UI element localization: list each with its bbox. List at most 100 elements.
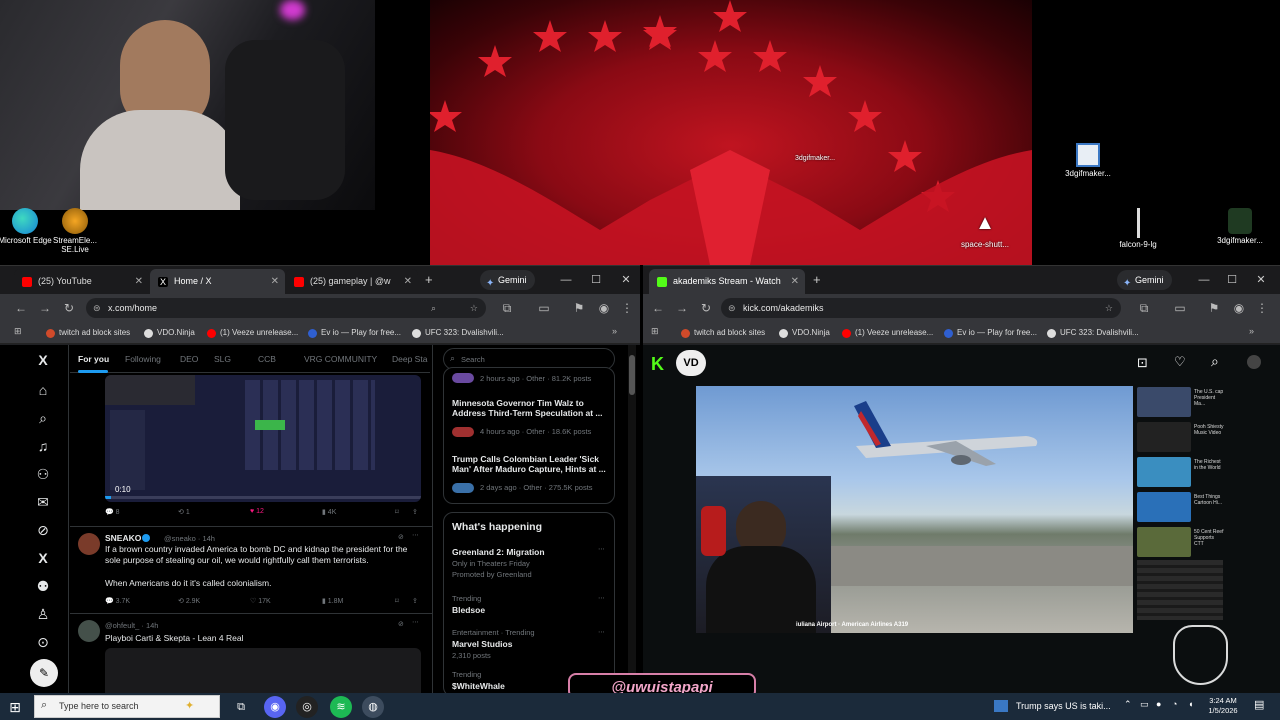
tab-ccb[interactable]: CCB xyxy=(258,345,276,373)
tweet-video[interactable]: 0:10 xyxy=(105,375,421,502)
sidebar-item-title[interactable]: The Richest in the World xyxy=(1194,459,1224,471)
windows-start-icon[interactable]: ⊞ xyxy=(4,696,26,718)
extensions-icon[interactable]: ⧉ xyxy=(1135,299,1153,317)
like-button[interactable]: ♡ 17K xyxy=(250,597,271,605)
scrollbar[interactable] xyxy=(628,345,636,693)
profile-icon[interactable]: ♙ xyxy=(30,601,56,627)
zoom-icon[interactable]: ⌕ xyxy=(431,298,436,318)
more-icon[interactable]: ⊙ xyxy=(30,629,56,655)
repost-button[interactable]: ⟲ 2.9K xyxy=(178,597,200,605)
bookmark-star-icon[interactable]: ☆ xyxy=(470,298,478,318)
spotify-icon[interactable]: ≋ xyxy=(330,696,352,718)
sidepanel-icon[interactable]: ▭ xyxy=(1171,299,1189,317)
maximize-button[interactable]: ☐ xyxy=(1221,270,1243,290)
notification-icon[interactable]: ▤ xyxy=(1254,698,1264,711)
tab-for-you[interactable]: For you xyxy=(78,345,109,373)
avatar[interactable] xyxy=(78,620,100,642)
tab-deep-sta[interactable]: Deep Sta xyxy=(392,345,427,373)
desktop-icon-3dgifmaker-1[interactable]: 3dgifmaker... xyxy=(780,155,850,162)
extensions-icon[interactable]: ⧉ xyxy=(498,299,516,317)
sidebar-thumbnail[interactable] xyxy=(1137,492,1191,522)
reload-icon[interactable]: ↻ xyxy=(697,299,715,317)
share-icon[interactable]: ⇪ xyxy=(412,597,418,605)
tab-vrg-community[interactable]: VRG COMMUNITY xyxy=(304,345,377,373)
notifications-bell-icon[interactable]: ♫ xyxy=(30,433,56,459)
more-bookmarks-icon[interactable]: » xyxy=(1249,326,1254,336)
tab-deo[interactable]: DEO xyxy=(180,345,198,373)
more-options-icon[interactable]: ⋯ xyxy=(598,628,605,636)
tab-kick-akademiks[interactable]: akademiks Stream - Watch ✕ xyxy=(649,269,805,294)
kick-logo-icon[interactable]: K xyxy=(651,353,673,375)
taskbar-news-widget[interactable]: Trump says US is taki... xyxy=(994,697,1114,717)
trend-title[interactable]: Marvel Studios xyxy=(452,639,512,649)
more-options-icon[interactable]: ⋯ xyxy=(598,545,605,553)
trend-title[interactable]: $WhiteWhale xyxy=(452,681,505,691)
back-icon[interactable]: ← xyxy=(649,299,667,317)
tab-gameplay[interactable]: (25) gameplay | @w ✕ xyxy=(286,269,418,294)
tweet-author[interactable]: SNEAKO xyxy=(105,533,141,543)
grok-icon[interactable]: ⊘ xyxy=(398,620,404,628)
trend-title[interactable]: Greenland 2: Migration xyxy=(452,547,545,557)
back-icon[interactable]: ← xyxy=(12,299,30,317)
views-button[interactable]: ▮ 4K xyxy=(322,508,336,516)
trend-title[interactable]: Bledsoe xyxy=(452,605,485,615)
address-bar[interactable]: ⊜ x.com/home ⌕ ☆ xyxy=(86,298,486,318)
sidebar-item-title[interactable]: Best Things Cartoon Hi... xyxy=(1194,494,1224,506)
profile-icon[interactable]: ◉ xyxy=(1230,299,1248,317)
reply-button[interactable]: 💬 3.7K xyxy=(105,597,130,605)
menu-icon[interactable]: ⋮ xyxy=(618,299,636,317)
minimize-button[interactable]: — xyxy=(555,270,577,290)
reload-icon[interactable]: ↻ xyxy=(60,299,78,317)
discord-icon[interactable]: ◉ xyxy=(264,696,286,718)
bookmark-evio[interactable]: Ev io — Play for free... xyxy=(944,326,1037,340)
tab-x-home[interactable]: X Home / X ✕ xyxy=(150,269,285,294)
sidebar-thumbnail[interactable] xyxy=(1137,457,1191,487)
sidebar-item-title[interactable]: The U.S. cap President Ma... xyxy=(1194,389,1224,407)
avatar[interactable] xyxy=(1247,355,1261,369)
more-bookmarks-icon[interactable]: » xyxy=(612,326,617,336)
desktop-icon-falcon[interactable]: falcon-9-lg xyxy=(1103,208,1173,249)
bookmark-ufc[interactable]: UFC 323: Dvalishvili... xyxy=(1047,326,1139,340)
more-options-icon[interactable]: ⋯ xyxy=(598,594,605,602)
sidebar-item-title[interactable]: 50 Cent Reef Supports CTT xyxy=(1194,529,1224,547)
close-window-button[interactable]: ✕ xyxy=(1250,270,1272,290)
news-title[interactable]: Trump Calls Colombian Leader 'Sick Man' … xyxy=(452,454,610,474)
close-icon[interactable]: ✕ xyxy=(791,269,799,294)
network-icon[interactable]: ▭ xyxy=(1140,699,1149,710)
reply-button[interactable]: 💬 8 xyxy=(105,508,120,516)
apps-grid-icon[interactable]: ⊞ xyxy=(14,326,22,337)
tab-slg[interactable]: SLG xyxy=(214,345,231,373)
bookmark-icon[interactable]: ⌑ xyxy=(395,508,399,516)
views-button[interactable]: ▮ 1.8M xyxy=(322,597,343,605)
extension-icon[interactable]: ⚑ xyxy=(1205,299,1223,317)
communities-icon[interactable]: ⚉ xyxy=(30,573,56,599)
sidebar-thumbnail[interactable] xyxy=(1137,422,1191,452)
bookmark-twitch[interactable]: twitch ad block sites xyxy=(46,326,130,340)
grok-icon[interactable]: ⊘ xyxy=(398,533,404,541)
menu-icon[interactable]: ⋮ xyxy=(1253,299,1271,317)
video-progress-track[interactable] xyxy=(105,496,421,499)
chrome-icon[interactable]: ◍ xyxy=(362,696,384,718)
gemini-button[interactable]: ✦ Gemini xyxy=(1117,270,1172,290)
obs-icon[interactable]: ◎ xyxy=(296,696,318,718)
home-icon[interactable]: ⌂ xyxy=(30,377,56,403)
favorite-heart-icon[interactable]: ♡ xyxy=(1174,354,1186,370)
profile-icon[interactable]: ◉ xyxy=(595,299,613,317)
bookmark-icon[interactable]: ⌑ xyxy=(395,597,399,605)
more-options-icon[interactable]: ⋯ xyxy=(412,618,419,626)
desktop-icon-space-shuttle[interactable]: ▲ space-shutt... xyxy=(950,208,1020,249)
desktop-icon-streamelements[interactable]: StreamEle... SE.Live xyxy=(40,208,110,254)
explore-search-icon[interactable]: ⌕ xyxy=(30,405,56,431)
clock[interactable]: 3:24 AM 1/5/2026 xyxy=(1202,696,1244,716)
tweet-media[interactable] xyxy=(105,648,421,693)
bookmark-vdo-ninja[interactable]: VDO.Ninja xyxy=(779,326,830,340)
messages-icon[interactable]: ✉ xyxy=(30,489,56,515)
store-icon[interactable]: ⊡ xyxy=(1137,355,1148,371)
microphone-icon[interactable]: ● xyxy=(1156,699,1161,709)
bookmark-ufc[interactable]: UFC 323: Dvalishvili... xyxy=(412,326,504,340)
tab-following[interactable]: Following xyxy=(125,345,161,373)
grok-icon[interactable]: ⊘ xyxy=(30,517,56,543)
new-tab-button[interactable]: + xyxy=(425,272,433,287)
sidebar-thumbnail[interactable] xyxy=(1137,387,1191,417)
task-view-icon[interactable]: ⧉ xyxy=(230,696,252,718)
